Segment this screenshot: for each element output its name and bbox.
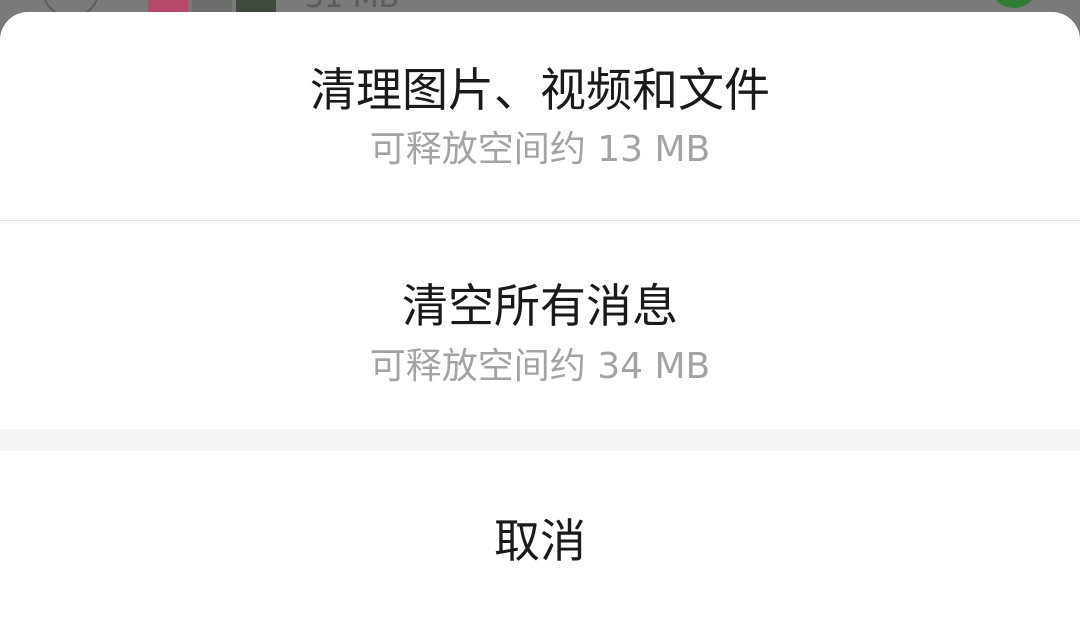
action-title: 清空所有消息 bbox=[402, 279, 678, 333]
cancel-button[interactable]: 取消 bbox=[0, 451, 1080, 625]
action-subtitle: 可释放空间约 13 MB bbox=[369, 129, 711, 170]
action-title: 清理图片、视频和文件 bbox=[310, 63, 770, 117]
check-badge-icon bbox=[990, 0, 1038, 8]
clean-media-button[interactable]: 清理图片、视频和文件 可释放空间约 13 MB bbox=[0, 12, 1080, 220]
section-separator bbox=[0, 429, 1080, 451]
action-subtitle: 可释放空间约 34 MB bbox=[369, 346, 711, 387]
cancel-label: 取消 bbox=[494, 514, 586, 568]
action-sheet: 清理图片、视频和文件 可释放空间约 13 MB 清空所有消息 可释放空间约 34… bbox=[0, 12, 1080, 625]
clear-all-messages-button[interactable]: 清空所有消息 可释放空间约 34 MB bbox=[0, 221, 1080, 429]
